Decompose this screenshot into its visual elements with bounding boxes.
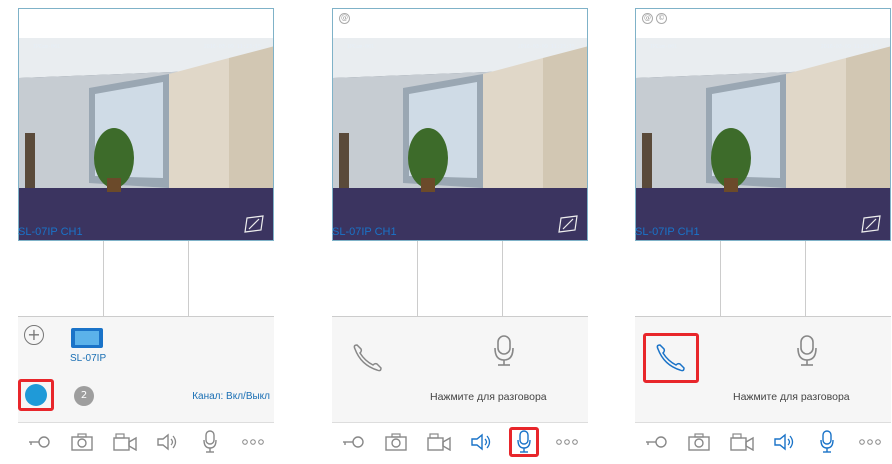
phone-handset-icon xyxy=(353,344,382,372)
video-view[interactable]: IPCam-001 2016-03-09 11:23:15 xyxy=(18,38,274,240)
call-area: Нажмите для разговора xyxy=(332,317,588,422)
osd-left: IPCam-001 xyxy=(33,44,61,50)
grid-cell[interactable] xyxy=(721,241,807,316)
toolbar xyxy=(332,422,588,461)
channel-2-button[interactable]: 2 xyxy=(74,386,94,406)
key-icon[interactable] xyxy=(338,427,368,457)
grid-cell[interactable] xyxy=(18,241,104,316)
call-panel: Нажмите для разговора xyxy=(635,317,891,461)
fullscreen-icon[interactable] xyxy=(557,214,581,234)
channel-grid xyxy=(635,241,891,317)
status-icon: @ xyxy=(642,13,653,24)
talk-hint: Нажмите для разговора xyxy=(733,391,850,403)
channel-toggle-link[interactable]: Канал: Вкл/Выкл xyxy=(192,391,270,402)
key-icon[interactable] xyxy=(641,427,671,457)
microphone-icon[interactable] xyxy=(812,427,842,457)
camera-icon[interactable] xyxy=(381,427,411,457)
osd-right: 2016-03-09 11:23:15 xyxy=(517,44,575,50)
camera-icon[interactable] xyxy=(684,427,714,457)
call-area: Нажмите для разговора xyxy=(635,317,891,422)
camera-label: SL-07IP CH1 xyxy=(332,226,397,238)
microphone-big-icon[interactable] xyxy=(795,335,819,367)
monitor-device-icon[interactable] xyxy=(70,327,104,349)
speaker-icon[interactable] xyxy=(152,427,182,457)
channel-grid xyxy=(18,241,274,317)
camera-label: SL-07IP CH1 xyxy=(635,226,700,238)
hangup-button[interactable] xyxy=(340,333,396,383)
microphone-icon[interactable] xyxy=(195,427,225,457)
fullscreen-icon[interactable] xyxy=(860,214,884,234)
speaker-icon[interactable] xyxy=(769,427,799,457)
speaker-icon[interactable] xyxy=(466,427,496,457)
video-view[interactable]: IPCam-001 2016-03-09 11:23:15 xyxy=(332,38,588,240)
grid-cell[interactable] xyxy=(635,241,721,316)
key-icon[interactable] xyxy=(24,427,54,457)
camera-label: SL-07IP CH1 xyxy=(18,226,83,238)
video-record-icon[interactable] xyxy=(110,427,140,457)
osd-right: 2016-03-09 11:23:15 xyxy=(820,44,878,50)
status-icon: © xyxy=(656,13,667,24)
osd-left: IPCam-001 xyxy=(347,44,375,50)
talk-hint: Нажмите для разговора xyxy=(430,391,547,403)
camera-icon[interactable] xyxy=(67,427,97,457)
osd-right: 2016-03-09 11:23:15 xyxy=(203,44,261,50)
video-record-icon[interactable] xyxy=(727,427,757,457)
toolbar xyxy=(635,422,891,461)
hangup-button[interactable] xyxy=(643,333,699,383)
grid-cell[interactable] xyxy=(104,241,190,316)
grid-cell[interactable] xyxy=(806,241,891,316)
fullscreen-icon[interactable] xyxy=(243,214,267,234)
screen-panel-1: IPCam-001 2016-03-09 11:23:15 SL-07IP CH… xyxy=(18,8,274,461)
status-icon: @ xyxy=(339,13,350,24)
top-bar: @ xyxy=(332,8,588,38)
microphone-icon[interactable] xyxy=(508,427,539,457)
osd-left: IPCam-001 xyxy=(650,44,678,50)
grid-cell[interactable] xyxy=(332,241,418,316)
camera-feed xyxy=(636,38,890,240)
video-view[interactable]: IPCam-001 2016-03-09 11:23:15 xyxy=(635,38,891,240)
toolbar xyxy=(18,422,274,461)
device-label: SL-07IP xyxy=(70,353,107,364)
more-icon[interactable] xyxy=(552,427,582,457)
screen-panel-2: @ IPCam-001 2016-03-09 11:23:15 SL-07IP … xyxy=(332,8,588,461)
channel-grid xyxy=(332,241,588,317)
phone-handset-icon xyxy=(656,344,685,372)
device-panel: + SL-07IP 2 Канал: Вкл/Выкл xyxy=(18,317,274,461)
screen-panel-3: @ © IPCam-001 2016-03-09 11:23:15 SL-07IP… xyxy=(635,8,891,461)
grid-cell[interactable] xyxy=(189,241,274,316)
channel-1-highlight[interactable] xyxy=(18,379,54,411)
more-icon[interactable] xyxy=(855,427,885,457)
channel-1-button[interactable] xyxy=(25,384,47,406)
camera-feed xyxy=(333,38,587,240)
video-record-icon[interactable] xyxy=(424,427,454,457)
camera-feed xyxy=(19,38,273,240)
add-device-button[interactable]: + xyxy=(24,325,44,345)
more-icon[interactable] xyxy=(238,427,268,457)
microphone-big-icon[interactable] xyxy=(492,335,516,367)
top-bar xyxy=(18,8,274,38)
grid-cell[interactable] xyxy=(503,241,588,316)
top-bar: @ © xyxy=(635,8,891,38)
grid-cell[interactable] xyxy=(418,241,504,316)
call-panel: Нажмите для разговора xyxy=(332,317,588,461)
